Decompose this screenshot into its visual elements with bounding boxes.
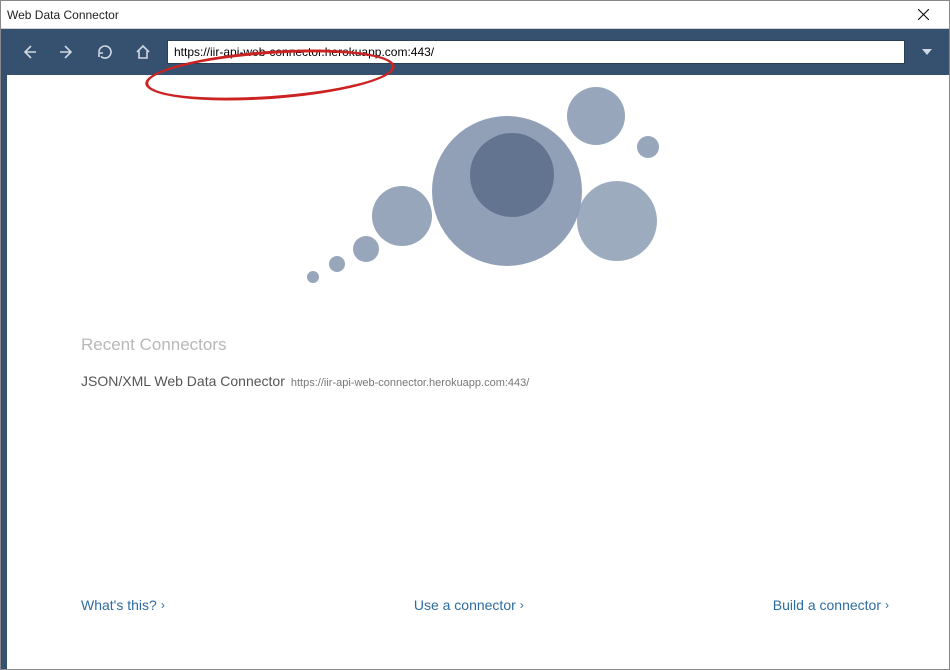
titlebar: Web Data Connector — [1, 1, 949, 29]
home-icon — [134, 43, 152, 61]
bubble-icon — [567, 87, 625, 145]
home-button[interactable] — [129, 38, 157, 66]
refresh-button[interactable] — [91, 38, 119, 66]
recent-heading: Recent Connectors — [81, 335, 889, 355]
navbar — [1, 29, 949, 75]
url-dropdown-button[interactable] — [915, 40, 939, 64]
bubble-icon — [372, 186, 432, 246]
back-button[interactable] — [15, 38, 43, 66]
window-title: Web Data Connector — [7, 8, 903, 22]
chevron-right-icon: › — [885, 598, 889, 612]
footer-links: What's this? › Use a connector › Build a… — [81, 597, 889, 613]
whats-this-link[interactable]: What's this? › — [81, 597, 165, 613]
refresh-icon — [96, 43, 114, 61]
recent-item-url: https://iir-api-web-connector.herokuapp.… — [291, 377, 529, 389]
arrow-right-icon — [58, 43, 76, 61]
link-label: Use a connector — [414, 597, 516, 613]
arrow-left-icon — [20, 43, 38, 61]
recent-connectors-section: Recent Connectors JSON/XML Web Data Conn… — [81, 335, 889, 389]
url-bar — [167, 40, 905, 64]
build-connector-link[interactable]: Build a connector › — [773, 597, 889, 613]
close-icon — [918, 9, 929, 20]
chevron-right-icon: › — [520, 598, 524, 612]
decorative-bubbles — [287, 81, 707, 311]
chevron-down-icon — [922, 49, 932, 55]
content-area: Recent Connectors JSON/XML Web Data Conn… — [1, 75, 949, 669]
bubble-icon — [329, 256, 345, 272]
chevron-right-icon: › — [161, 598, 165, 612]
bubble-icon — [353, 236, 379, 262]
close-button[interactable] — [903, 1, 943, 29]
bubble-icon — [577, 181, 657, 261]
bubble-icon — [307, 271, 319, 283]
link-label: Build a connector — [773, 597, 881, 613]
forward-button[interactable] — [53, 38, 81, 66]
recent-item-name: JSON/XML Web Data Connector — [81, 373, 285, 389]
window-root: Web Data Connector — [0, 0, 950, 670]
use-connector-link[interactable]: Use a connector › — [414, 597, 524, 613]
url-input[interactable] — [174, 45, 898, 59]
bubble-icon — [470, 133, 554, 217]
bubble-icon — [637, 136, 659, 158]
link-label: What's this? — [81, 597, 157, 613]
recent-connector-item[interactable]: JSON/XML Web Data Connector https://iir-… — [81, 373, 889, 389]
